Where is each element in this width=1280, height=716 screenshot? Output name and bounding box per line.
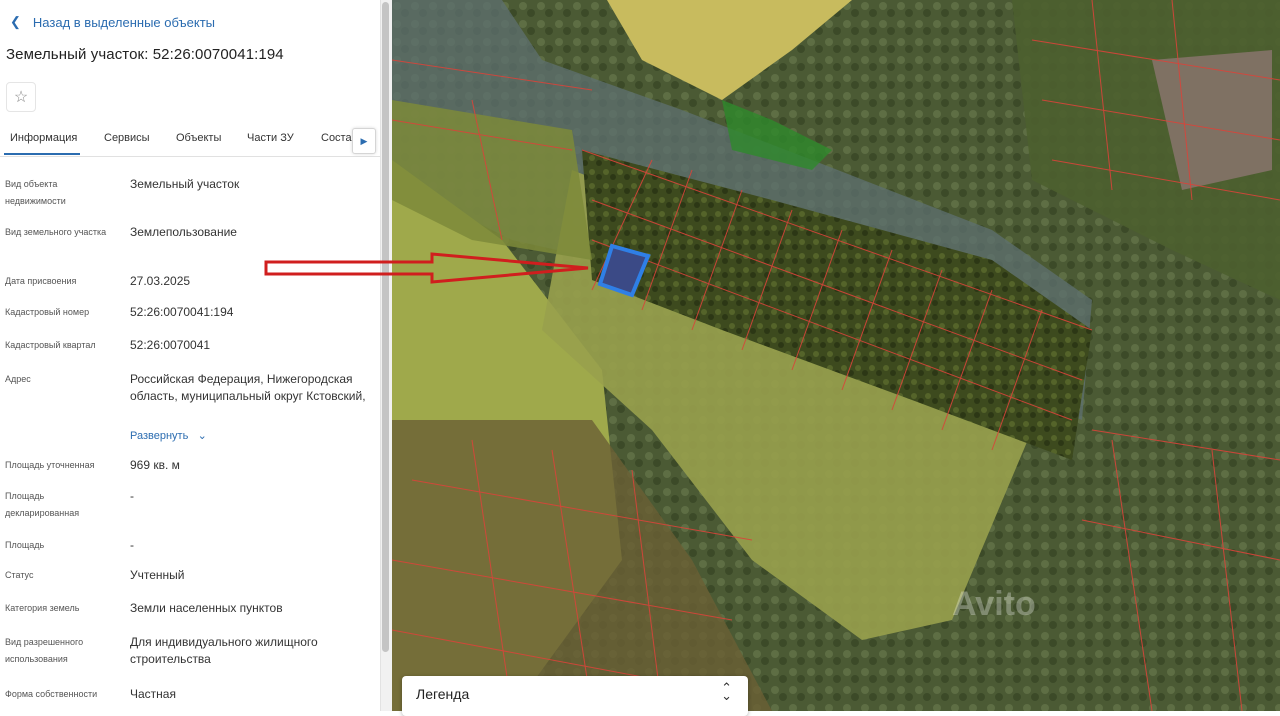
field-label: Вид объекта недвижимости xyxy=(5,179,66,206)
field-label: Площадь уточненная xyxy=(5,460,95,470)
legend-panel[interactable]: Легенда ⌃ ⌄ xyxy=(402,676,748,716)
field-value: 52:26:0070041:194 xyxy=(130,305,234,319)
field-label: Категория земель xyxy=(5,603,80,613)
field-label: Кадастровый номер xyxy=(5,307,90,317)
expand-collapse-icon[interactable]: ⌃ ⌄ xyxy=(721,681,732,702)
expand-address-link[interactable]: Развернуть ⌄ xyxy=(130,427,370,445)
map-watermark: Avito xyxy=(952,585,1036,623)
field-value: Для индивидуального жилищного строительс… xyxy=(130,635,318,666)
scrollbar-thumb[interactable] xyxy=(382,2,389,652)
field-label: Форма собственности xyxy=(5,689,98,699)
chevron-down-icon: ⌄ xyxy=(197,430,207,442)
tab-bar: Информация Сервисы Объекты Части ЗУ Сост… xyxy=(0,124,380,157)
field-value: Землепользование xyxy=(130,225,237,239)
field-label: Адрес xyxy=(5,374,31,384)
field-label: Площадь xyxy=(5,540,45,550)
field-value: - xyxy=(130,489,134,503)
field-value: Земельный участок xyxy=(130,177,240,191)
legend-label: Легенда xyxy=(416,686,470,702)
tab-info[interactable]: Информация xyxy=(10,132,77,144)
field-label: Площадь декларированная xyxy=(5,491,80,518)
chevron-left-icon: ❮ xyxy=(10,14,21,29)
tab-objects[interactable]: Объекты xyxy=(176,132,221,144)
back-label: Назад в выделенные объекты xyxy=(32,14,216,30)
info-panel: ❮ Назад в выделенные объекты Земельный у… xyxy=(0,0,380,711)
field-value: Частная xyxy=(130,687,176,701)
map-view[interactable]: Avito xyxy=(392,0,1280,711)
page-title: Земельный участок: 52:26:0070041:194 xyxy=(6,46,284,63)
field-label: Статус xyxy=(5,570,34,580)
back-link[interactable]: ❮ Назад в выделенные объекты xyxy=(10,14,215,30)
field-value: 969 кв. м xyxy=(130,458,180,472)
field-value: Российская Федерация, Нижегородская обла… xyxy=(130,372,366,403)
expand-label: Развернуть xyxy=(130,430,189,442)
field-label: Дата присвоения xyxy=(5,276,77,286)
arrow-shape xyxy=(264,252,589,284)
field-label: Вид разрешенного использования xyxy=(5,637,84,664)
field-label: Вид земельного участка xyxy=(5,227,107,237)
tab-composition[interactable]: Соста xyxy=(321,132,352,144)
field-label: Кадастровый квартал xyxy=(5,340,96,350)
tab-parts[interactable]: Части ЗУ xyxy=(247,132,294,144)
tabs-scroll-right-button[interactable]: ▶ xyxy=(352,128,376,154)
field-value: Земли населенных пунктов xyxy=(130,601,283,615)
field-value: - xyxy=(130,538,134,552)
satellite-map: Avito xyxy=(392,0,1280,711)
active-tab-indicator xyxy=(4,153,80,155)
pointer-arrow xyxy=(264,252,589,284)
star-icon[interactable]: ☆ xyxy=(6,82,36,112)
tab-services[interactable]: Сервисы xyxy=(104,132,150,144)
field-value: Учтенный xyxy=(130,568,185,582)
field-value: 52:26:0070041 xyxy=(130,338,211,352)
